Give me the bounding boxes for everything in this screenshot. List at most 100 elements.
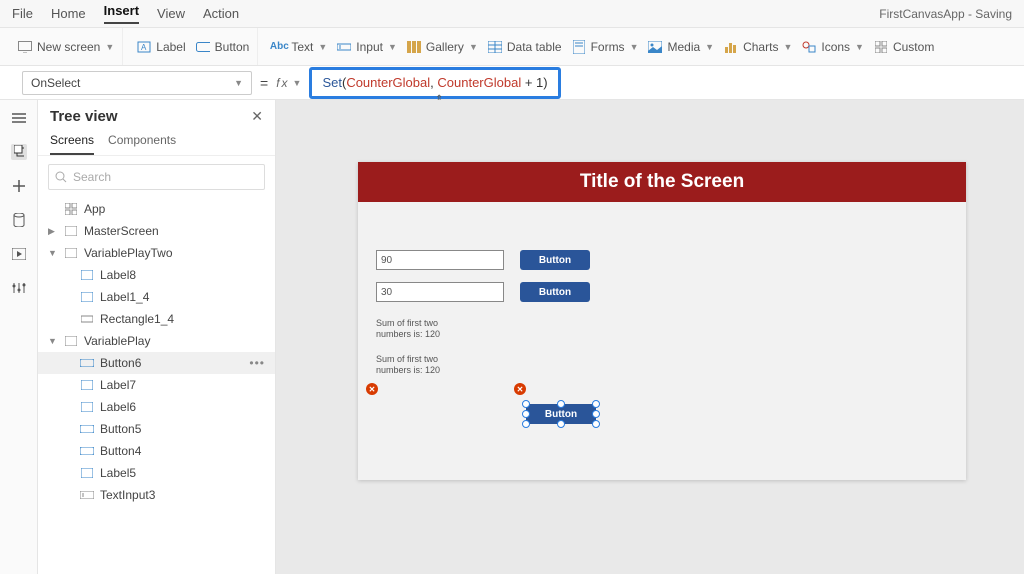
media-rail-icon[interactable]: [11, 246, 27, 262]
error-badge-icon[interactable]: ✕: [366, 383, 378, 395]
button-icon: [196, 40, 210, 54]
insert-forms-button[interactable]: Forms▼: [572, 40, 639, 54]
tree-view-icon[interactable]: [11, 144, 27, 160]
insert-label-text: Label: [156, 40, 185, 54]
close-icon[interactable]: ✕: [251, 108, 263, 125]
tree-node-button6[interactable]: Button6•••: [38, 352, 275, 374]
tree-node-label1-4[interactable]: Label1_4: [38, 286, 275, 308]
resize-handle[interactable]: [522, 410, 530, 418]
resize-handle[interactable]: [592, 400, 600, 408]
menu-view[interactable]: View: [157, 6, 185, 21]
label-icon: A: [137, 40, 151, 54]
more-icon[interactable]: •••: [249, 356, 265, 370]
insert-forms-label: Forms: [591, 40, 625, 54]
resize-handle[interactable]: [592, 410, 600, 418]
tab-components[interactable]: Components: [108, 133, 176, 155]
chevron-right-icon[interactable]: ▶: [48, 226, 58, 237]
resize-handle[interactable]: [522, 400, 530, 408]
plus-icon[interactable]: [11, 178, 27, 194]
button-icon: [80, 356, 94, 370]
equals-sign: =: [260, 75, 268, 91]
insert-charts-button[interactable]: Charts▼: [724, 40, 792, 54]
node-label: Button5: [100, 422, 141, 436]
insert-charts-label: Charts: [743, 40, 778, 54]
insert-media-button[interactable]: Media▼: [648, 40, 714, 54]
screen-canvas[interactable]: Title of the Screen 90 Button 30 Button …: [358, 162, 966, 480]
canvas-input-1[interactable]: 90: [376, 250, 504, 270]
error-badge-icon[interactable]: ✕: [514, 383, 526, 395]
tree-node-variableplay[interactable]: ▼ VariablePlay: [38, 330, 275, 352]
tree-node-app[interactable]: App: [38, 198, 275, 220]
canvas-input-2[interactable]: 30: [376, 282, 504, 302]
tree-node-button5[interactable]: Button5: [38, 418, 275, 440]
resize-handle[interactable]: [522, 420, 530, 428]
tree-search-input[interactable]: Search: [48, 164, 265, 190]
screen-icon: [64, 246, 78, 260]
insert-input-button[interactable]: Input▼: [337, 40, 397, 54]
resize-handle[interactable]: [557, 420, 565, 428]
insert-button-text: Button: [215, 40, 250, 54]
top-menubar: File Home Insert View Action FirstCanvas…: [0, 0, 1024, 28]
insert-button-button[interactable]: Button: [196, 40, 250, 54]
node-label: Button4: [100, 444, 141, 458]
button-icon: [80, 422, 94, 436]
tree-node-label6[interactable]: Label6: [38, 396, 275, 418]
screen-icon: [64, 224, 78, 238]
insert-custom-button[interactable]: Custom: [874, 40, 934, 54]
canvas-button-1[interactable]: Button: [520, 250, 590, 270]
node-label: Rectangle1_4: [100, 312, 174, 326]
tree-node-rectangle1-4[interactable]: Rectangle1_4: [38, 308, 275, 330]
search-placeholder: Search: [73, 170, 111, 184]
node-label: Label1_4: [100, 290, 149, 304]
insert-gallery-button[interactable]: Gallery▼: [407, 40, 478, 54]
tab-screens[interactable]: Screens: [50, 133, 94, 155]
database-icon[interactable]: [11, 212, 27, 228]
tree-node-variableplaytwo[interactable]: ▼VariablePlayTwo: [38, 242, 275, 264]
insert-label-button[interactable]: A Label: [137, 40, 185, 54]
tree-node-masterscreen[interactable]: ▶MasterScreen: [38, 220, 275, 242]
node-label: Label7: [100, 378, 136, 392]
insert-icons-button[interactable]: Icons▼: [802, 40, 864, 54]
settings-icon[interactable]: [11, 280, 27, 296]
insert-ribbon: New screen ▼ A Label Button AbcText▼ Inp…: [0, 28, 1024, 66]
menu-action[interactable]: Action: [203, 6, 239, 21]
insert-text-button[interactable]: AbcText▼: [272, 40, 327, 54]
tree-title: Tree view: [50, 108, 118, 125]
menu-insert[interactable]: Insert: [104, 3, 139, 24]
chevron-down-icon: ▼: [318, 42, 327, 52]
menu-file[interactable]: File: [12, 6, 33, 21]
chevron-down-icon: ▼: [469, 42, 478, 52]
chevron-down-icon: ▼: [855, 42, 864, 52]
canvas-button-2[interactable]: Button: [520, 282, 590, 302]
node-label: VariablePlay: [84, 334, 150, 348]
canvas-selected-button6[interactable]: Button: [526, 404, 596, 424]
left-rail: [0, 100, 38, 574]
tree-node-label8[interactable]: Label8: [38, 264, 275, 286]
canvas-sum-label-2[interactable]: Sum of first two numbers is: 120: [376, 354, 440, 376]
screen-title-bar[interactable]: Title of the Screen: [358, 162, 966, 202]
tree-node-button4[interactable]: Button4: [38, 440, 275, 462]
tree-list: App ▶MasterScreen ▼VariablePlayTwo Label…: [38, 198, 275, 574]
table-icon: [488, 40, 502, 54]
resize-handle[interactable]: [557, 400, 565, 408]
insert-datatable-button[interactable]: Data table: [488, 40, 562, 54]
shapes-icon: [802, 40, 816, 54]
canvas-area[interactable]: Title of the Screen 90 Button 30 Button …: [276, 100, 1024, 574]
label-icon: [80, 378, 94, 392]
tree-node-textinput3[interactable]: TextInput3: [38, 484, 275, 506]
tree-node-label7[interactable]: Label7: [38, 374, 275, 396]
fx-icon[interactable]: fx▼: [276, 76, 301, 90]
formula-input[interactable]: Set(CounterGlobal, CounterGlobal + 1) ⇕: [309, 67, 560, 99]
tree-node-label5[interactable]: Label5: [38, 462, 275, 484]
node-label: Label6: [100, 400, 136, 414]
canvas-sum-label-1[interactable]: Sum of first two numbers is: 120: [376, 318, 440, 340]
chevron-down-icon[interactable]: ▼: [48, 336, 58, 346]
chevron-down-icon[interactable]: ▼: [48, 248, 58, 258]
property-selector[interactable]: OnSelect ▼: [22, 71, 252, 95]
menu-home[interactable]: Home: [51, 6, 86, 21]
new-screen-button[interactable]: New screen ▼: [18, 40, 114, 54]
resize-handle[interactable]: [592, 420, 600, 428]
hamburger-icon[interactable]: [11, 110, 27, 126]
node-label: Label8: [100, 268, 136, 282]
insert-media-label: Media: [667, 40, 700, 54]
